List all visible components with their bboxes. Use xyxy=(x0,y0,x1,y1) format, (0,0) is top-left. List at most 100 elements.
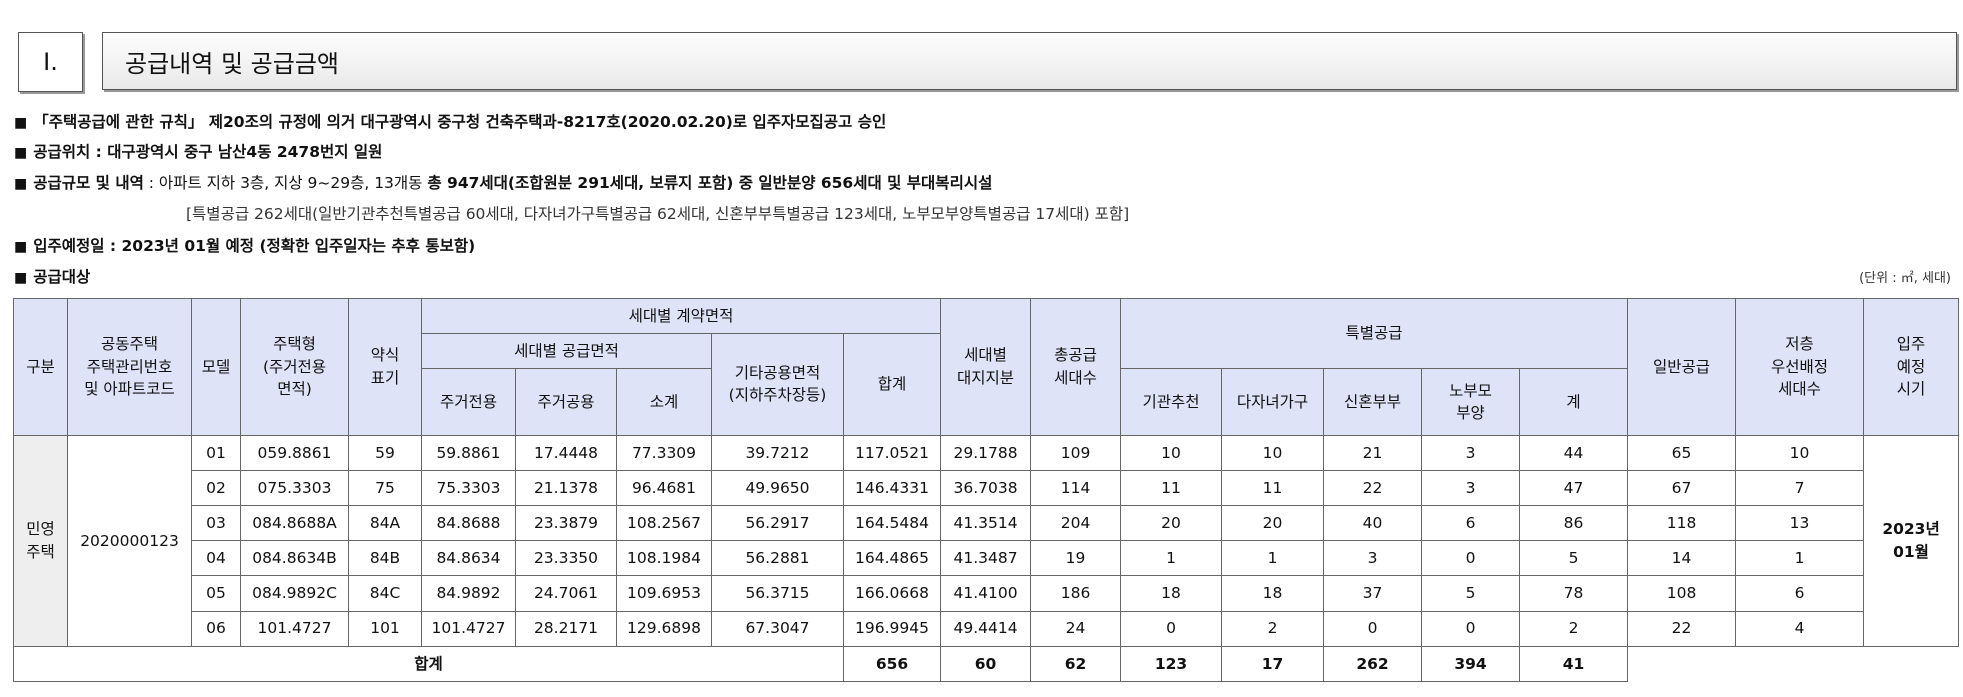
table-cell: 101 xyxy=(348,610,422,647)
table-cell: 084.8688A xyxy=(240,505,349,542)
table-cell: 29.1788 xyxy=(940,434,1032,471)
table-cell: 41.3514 xyxy=(940,505,1032,542)
table-cell: 0 xyxy=(1323,610,1423,647)
table-cell: 186 xyxy=(1030,575,1122,612)
table-cell: 108.2567 xyxy=(616,505,712,542)
table-cell: 20 xyxy=(1221,505,1325,542)
header-special-total: 계 xyxy=(1519,368,1629,436)
special-supply-note: [특별공급 262세대(일반기관추천특별공급 60세대, 다자녀가구특별공급 6… xyxy=(186,205,1130,223)
bullet-icon: ■ xyxy=(14,115,28,131)
header-model: 모델 xyxy=(191,298,241,436)
header-short-name: 약식 표기 xyxy=(348,298,422,436)
table-cell: 166.0668 xyxy=(842,575,942,612)
table-cell: 6 xyxy=(1421,505,1521,542)
header-category: 구분 xyxy=(13,298,68,436)
table-cell: 13 xyxy=(1735,505,1865,542)
table-row: 02 075.3303 75 75.3303 21.1378 96.4681 49.9650… xyxy=(14,469,1959,507)
bullet-icon: ■ xyxy=(14,145,28,161)
total-cell: 17 xyxy=(1221,645,1325,683)
table-cell: 101.4727 xyxy=(240,610,349,647)
table-cell: 3 xyxy=(1323,540,1423,577)
table-cell: 21.1378 xyxy=(515,469,617,507)
table-cell: 109.6953 xyxy=(616,575,712,612)
table-cell: 56.2917 xyxy=(711,505,844,542)
total-cell: 123 xyxy=(1120,645,1223,683)
table-cell: 129.6898 xyxy=(616,610,712,647)
table-cell: 164.5484 xyxy=(842,505,942,542)
table-cell: 23.3879 xyxy=(515,505,617,542)
header-low-floor: 저층 우선배정 세대수 xyxy=(1735,298,1865,436)
table-cell: 1 xyxy=(1120,540,1223,577)
section-title: 공급내역 및 공급금액 xyxy=(102,32,1957,90)
table-cell: 1 xyxy=(1735,540,1865,577)
table-cell: 11 xyxy=(1120,469,1223,507)
header-land-share: 세대별 대지지분 xyxy=(940,298,1032,436)
table-cell: 109 xyxy=(1030,434,1122,471)
total-cell: 41 xyxy=(1519,645,1629,683)
table-cell: 36.7038 xyxy=(940,469,1032,507)
table-cell: 44 xyxy=(1519,434,1629,471)
table-cell: 41.4100 xyxy=(940,575,1032,612)
table-cell: 3 xyxy=(1421,469,1521,507)
table-cell: 02 xyxy=(191,469,241,507)
table-cell: 22 xyxy=(1627,610,1737,647)
header-housing-type: 주택형 (주거전용 면적) xyxy=(240,298,349,436)
movein-text: 입주예정일 : 2023년 01월 예정 (정확한 입주일자는 추후 통보함) xyxy=(33,237,476,255)
table-cell: 2 xyxy=(1221,610,1325,647)
table-cell: 18 xyxy=(1120,575,1223,612)
table-row: 05 084.9892C 84C 84.9892 24.7061 109.6953 56.3… xyxy=(14,575,1959,612)
bullet-icon: ■ xyxy=(14,176,28,192)
table-cell: 59 xyxy=(348,434,422,471)
header-contract-area: 세대별 계약면적 xyxy=(420,297,942,335)
table-cell: 41.3487 xyxy=(940,540,1032,577)
header-sum: 합계 xyxy=(842,333,942,436)
table-cell: 075.3303 xyxy=(240,469,349,507)
table-cell: 47 xyxy=(1519,469,1629,507)
table-cell: 39.7212 xyxy=(711,434,844,471)
location-value: : 대구광역시 중구 남산4동 2478번지 일원 xyxy=(90,143,383,161)
header-multi-child: 다자녀가구 xyxy=(1221,368,1325,436)
header-other-common: 기타공용면적 (지하주차장등) xyxy=(711,333,844,436)
header-subtotal: 소계 xyxy=(616,368,712,436)
header-movein: 입주 예정 시기 xyxy=(1863,298,1959,436)
table-cell: 11 xyxy=(1221,469,1325,507)
bullet-icon: ■ xyxy=(14,239,28,255)
scale-label: 공급규모 및 내역 xyxy=(33,174,144,192)
table-cell: 01 xyxy=(191,434,241,471)
table-cell: 21 xyxy=(1323,434,1423,471)
table-cell: 28.2171 xyxy=(515,610,617,647)
bullet-icon: ■ xyxy=(14,270,28,286)
header-elderly: 노부모 부양 xyxy=(1421,368,1521,436)
total-cell: 262 xyxy=(1323,645,1423,683)
table-cell: 77.3309 xyxy=(616,434,712,471)
table-cell: 75.3303 xyxy=(421,469,516,507)
table-cell: 84.8634 xyxy=(421,540,516,577)
table-cell: 0 xyxy=(1421,610,1521,647)
header-institution: 기관추천 xyxy=(1120,368,1223,436)
header-row-1: 구분 공동주택 주택관리번호 및 아파트코드 모델 주택형 (주거전용 면적) 약식 표기… xyxy=(13,297,1959,436)
table-cell: 118 xyxy=(1627,505,1737,542)
table-cell: 65 xyxy=(1627,434,1737,471)
target-note: ■ 공급대상 xyxy=(14,265,90,287)
table-cell: 084.9892C xyxy=(240,575,349,612)
table-cell: 146.4331 xyxy=(842,469,942,507)
table-cell: 0 xyxy=(1120,610,1223,647)
table-cell: 059.8861 xyxy=(240,434,349,471)
table-cell: 67 xyxy=(1627,469,1737,507)
table-cell: 3 xyxy=(1421,434,1521,471)
table-cell: 108.1984 xyxy=(616,540,712,577)
table-cell: 101.4727 xyxy=(421,610,516,647)
unit-label: (단위 : ㎡, 세대) xyxy=(1859,271,1951,286)
table-cell: 4 xyxy=(1735,610,1865,647)
total-cell: 394 xyxy=(1421,645,1521,683)
header-common: 주거공용 xyxy=(515,368,617,436)
movein-cell: 2023년 01월 xyxy=(1863,434,1959,647)
table-cell: 5 xyxy=(1519,540,1629,577)
category-cell: 민영 주택 xyxy=(13,434,68,647)
table-cell: 6 xyxy=(1735,575,1865,612)
table-cell: 40 xyxy=(1323,505,1423,542)
header-special-supply: 특별공급 xyxy=(1120,297,1629,370)
table-cell: 59.8861 xyxy=(421,434,516,471)
table-cell: 084.8634B xyxy=(240,540,349,577)
table-cell: 03 xyxy=(191,505,241,542)
